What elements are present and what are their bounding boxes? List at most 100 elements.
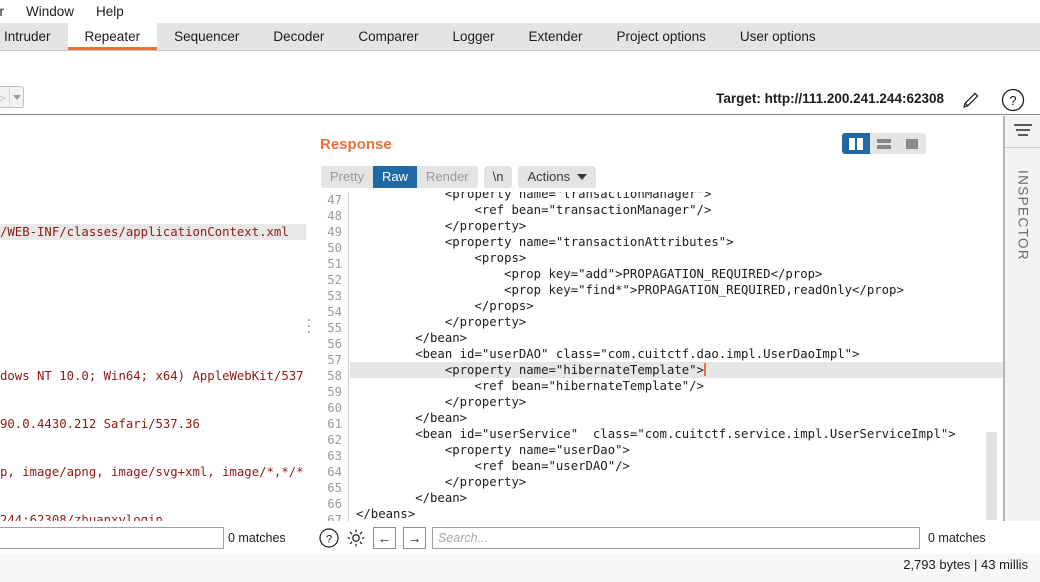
request-line: /WEB-INF/classes/applicationContext.xml [0,224,306,240]
request-line [0,272,306,288]
line-number: 64 [327,465,342,479]
line-number: 51 [327,257,342,271]
request-line: dows NT 10.0; Win64; x64) AppleWebKit/53… [0,369,306,383]
side-by-side-layout-button[interactable] [842,133,870,154]
request-search-input[interactable] [0,527,224,549]
request-pane: /WEB-INF/classes/applicationContext.xml … [0,116,306,521]
tab-sequencer[interactable]: Sequencer [157,23,256,50]
response-matches-label: 0 matches [928,531,986,545]
code-line: <bean id="userService" class="com.cuitct… [356,427,956,441]
status-bytes-time: 2,793 bytes | 43 millis [903,557,1028,572]
response-title: Response [320,136,392,153]
send-button[interactable]: ▷ [0,86,24,108]
tab-extender[interactable]: Extender [512,23,600,50]
single-pane-layout-button[interactable] [898,133,926,154]
menu-bar: er Window Help [0,0,1040,23]
send-button-separator [8,87,10,107]
tab-user-options[interactable]: User options [723,23,833,50]
request-line: 90.0.4430.212 Safari/537.36 [0,417,200,431]
response-vertical-scrollbar[interactable] [986,432,997,520]
code-line: <ref bean="transactionManager"/> [356,203,712,217]
help-question-icon[interactable]: ? [1000,87,1026,113]
svg-text:?: ? [326,534,332,546]
response-code-view[interactable]: 47 48 49 50 51 52 53 54 55 56 57 58 59 6… [313,192,1005,521]
code-line: </property> [356,395,527,409]
inspector-divider-line [1005,147,1040,148]
search-prev-button[interactable]: ← [373,527,396,549]
stacked-layout-button[interactable] [870,133,898,154]
code-line: </bean> [356,411,468,425]
line-number: 56 [327,337,342,351]
menu-item-help[interactable]: Help [85,0,135,23]
line-number: 66 [327,497,342,511]
code-line: </bean> [356,491,468,505]
hamburger-icon[interactable] [1014,124,1032,137]
code-line: <property name="transactionManager"> [356,192,712,201]
line-number: 52 [327,273,342,287]
newline-toggle-button[interactable]: \n [483,166,513,188]
tab-logger[interactable]: Logger [435,23,511,50]
send-arrow-icon: ▷ [0,89,6,105]
tab-project-options[interactable]: Project options [600,23,723,50]
code-line-active: <property name="hibernateTemplate"> [350,362,1005,378]
tab-comparer[interactable]: Comparer [341,23,435,50]
pencil-icon[interactable] [960,89,982,111]
actions-label: Actions [527,169,571,184]
code-line: </property> [356,219,527,233]
menu-item-window[interactable]: Window [15,0,85,23]
main-tab-strip: Intruder Repeater Sequencer Decoder Comp… [0,23,1040,51]
menu-item-burp-clipped[interactable]: er [0,0,15,23]
line-number: 49 [327,225,342,239]
search-next-button[interactable]: → [403,527,426,549]
code-line: <bean id="userDAO" class="com.cuitctf.da… [356,347,860,361]
line-number: 47 [327,193,342,207]
response-view-mode-group: Pretty Raw Render [321,166,478,188]
request-line [0,320,306,336]
view-pretty-button[interactable]: Pretty [321,166,373,188]
line-number: 60 [327,401,342,415]
code-line: </beans> [356,507,416,521]
inspector-rail[interactable]: INSPECTOR [1005,116,1040,521]
code-line: <prop key="find*">PROPAGATION_REQUIRED,r… [356,283,904,297]
code-line: </bean> [356,331,468,345]
line-number: 54 [327,305,342,319]
code-line: <props> [356,251,527,265]
burp-suite-window: er Window Help Intruder Repeater Sequenc… [0,0,1040,582]
code-line: <property name="transactionAttributes"> [356,235,734,249]
tab-intruder[interactable]: Intruder [0,23,68,50]
view-raw-button[interactable]: Raw [372,166,417,188]
view-render-button[interactable]: Render [417,166,478,188]
code-line-text: <property name="hibernateTemplate"> [356,363,704,377]
request-code-view[interactable]: /WEB-INF/classes/applicationContext.xml … [0,192,306,521]
code-line: </props> [356,299,534,313]
code-line: </property> [356,315,527,329]
tab-repeater[interactable]: Repeater [67,23,158,50]
actions-menu-button[interactable]: Actions [518,166,597,188]
line-number: 50 [327,241,342,255]
response-toolbar: Pretty Raw Render \n Actions [321,166,597,188]
line-number: 62 [327,433,342,447]
line-number: 55 [327,321,342,335]
code-line: <ref bean="userDAO"/> [356,459,630,473]
status-bar: 2,793 bytes | 43 millis [0,554,1040,582]
line-number: 61 [327,417,342,431]
search-help-icon[interactable]: ? [318,527,340,549]
response-search-input[interactable] [432,527,920,549]
svg-text:?: ? [1009,93,1016,108]
code-lines: <property name="transactionManager"> <re… [350,192,1005,521]
target-bar: ▷ Target: http://111.200.241.244:62308 ? [0,52,1040,115]
line-number: 53 [327,289,342,303]
inspector-label: INSPECTOR [1015,169,1031,262]
pane-splitter-handle[interactable] [306,116,313,521]
tab-decoder[interactable]: Decoder [256,23,341,50]
chevron-down-icon [12,94,21,100]
request-matches-label: 0 matches [228,531,286,545]
code-line: <ref bean="hibernateTemplate"/> [356,379,704,393]
text-caret [703,363,706,376]
code-line: <prop key="add">PROPAGATION_REQUIRED</pr… [356,267,823,281]
line-number: 63 [327,449,342,463]
line-number: 65 [327,481,342,495]
gear-icon[interactable] [345,527,367,549]
line-number: 48 [327,209,342,223]
code-line: <property name="userDao"> [356,443,630,457]
